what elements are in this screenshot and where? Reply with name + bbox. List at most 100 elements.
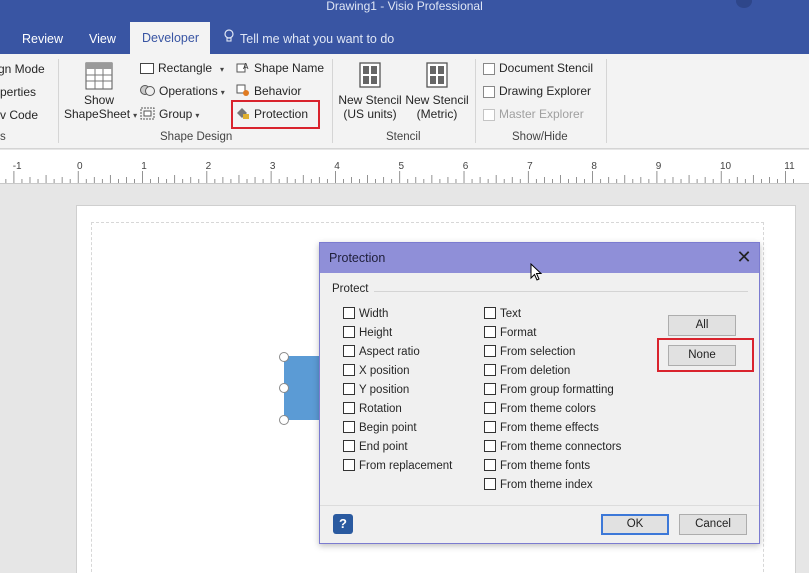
- behavior-icon: [236, 84, 250, 100]
- resize-handle[interactable]: [279, 415, 289, 425]
- operations-button[interactable]: Operations ▾: [140, 84, 225, 100]
- ruler-label: 3: [270, 161, 276, 172]
- protect-option-checkbox[interactable]: Height: [343, 326, 392, 339]
- protect-option-label: From theme connectors: [500, 441, 622, 453]
- checkbox-icon: [484, 383, 496, 395]
- protect-option-label: From theme index: [500, 479, 593, 491]
- show-shapesheet-button[interactable]: Show ShapeSheet ▾: [64, 62, 137, 121]
- help-icon[interactable]: ?: [333, 514, 353, 534]
- protect-option-checkbox[interactable]: End point: [343, 440, 408, 453]
- new-stencil-us-line1: New Stencil: [338, 93, 402, 107]
- checkbox-icon: [343, 383, 355, 395]
- protect-option-label: Aspect ratio: [359, 346, 420, 358]
- new-stencil-metric-line1: New Stencil: [405, 93, 469, 107]
- group-button[interactable]: Group ▾: [140, 107, 199, 123]
- behavior-button[interactable]: Behavior: [236, 84, 301, 100]
- shape-name-label: Shape Name: [254, 61, 325, 76]
- checkbox-icon: [343, 345, 355, 357]
- checkbox-icon: [484, 345, 496, 357]
- protect-option-checkbox[interactable]: Format: [484, 326, 536, 339]
- cancel-button[interactable]: Cancel: [679, 514, 747, 535]
- all-button[interactable]: All: [668, 315, 736, 336]
- protect-option-checkbox[interactable]: Begin point: [343, 421, 417, 434]
- ruler-label: 4: [334, 161, 340, 172]
- ok-button[interactable]: OK: [601, 514, 669, 535]
- new-stencil-us-button[interactable]: New Stencil (US units): [338, 62, 402, 121]
- stencil-icon: [359, 62, 381, 88]
- protect-option-checkbox[interactable]: From theme colors: [484, 402, 596, 415]
- ruler-label: -1: [13, 161, 22, 172]
- show-shapesheet-line2: ShapeSheet: [64, 107, 131, 121]
- checkbox-icon: [343, 326, 355, 338]
- protect-group-label: Protect: [332, 283, 369, 295]
- tab-developer[interactable]: Developer: [130, 22, 210, 54]
- show-shapesheet-line1: Show: [83, 93, 115, 107]
- protect-option-label: From theme effects: [500, 422, 599, 434]
- design-mode-button[interactable]: gn Mode: [0, 62, 45, 76]
- document-stencil-label: Document Stencil: [499, 61, 594, 75]
- protect-option-label: From theme fonts: [500, 460, 591, 472]
- protect-option-checkbox[interactable]: Y position: [343, 383, 409, 396]
- protect-option-checkbox[interactable]: Aspect ratio: [343, 345, 420, 358]
- shape-name-button[interactable]: A Shape Name: [236, 61, 324, 77]
- new-stencil-metric-line2: (Metric): [416, 107, 458, 121]
- group-divider: [374, 291, 748, 292]
- protect-option-checkbox[interactable]: From theme effects: [484, 421, 599, 434]
- protect-option-checkbox[interactable]: From selection: [484, 345, 575, 358]
- checkbox-icon: [343, 421, 355, 433]
- view-code-button[interactable]: v Code: [0, 108, 38, 122]
- rectangle-label: Rectangle: [158, 61, 213, 75]
- ruler-label: 1: [141, 161, 147, 172]
- protect-option-checkbox[interactable]: From theme connectors: [484, 440, 621, 453]
- protect-option-label: Width: [359, 308, 389, 320]
- ruler-label: 0: [77, 161, 83, 172]
- ribbon-separator: [606, 59, 607, 143]
- protect-option-checkbox[interactable]: Text: [484, 307, 521, 320]
- shape-name-icon: A: [236, 61, 250, 77]
- checkbox-icon: [484, 478, 496, 490]
- dialog-title: Protection: [329, 251, 386, 265]
- resize-handle[interactable]: [279, 383, 289, 393]
- new-stencil-metric-button[interactable]: New Stencil (Metric): [405, 62, 469, 121]
- show-hide-group-label: Show/Hide: [512, 131, 568, 143]
- protect-option-checkbox[interactable]: From theme fonts: [484, 459, 590, 472]
- checkbox-icon: [483, 62, 495, 75]
- protect-option-checkbox[interactable]: X position: [343, 364, 410, 377]
- protect-option-label: From replacement: [359, 460, 453, 472]
- protect-option-label: From theme colors: [500, 403, 596, 415]
- ruler-label: 11: [784, 161, 795, 172]
- ruler-label: 10: [720, 161, 732, 172]
- svg-text:A: A: [243, 62, 249, 71]
- tell-me-search[interactable]: Tell me what you want to do: [222, 24, 394, 54]
- chevron-down-icon: ▾: [220, 65, 225, 74]
- chevron-down-icon: ▾: [195, 111, 200, 121]
- close-icon[interactable]: ✕: [734, 247, 754, 267]
- rectangle-button[interactable]: Rectangle ▾: [140, 61, 224, 75]
- protect-option-checkbox[interactable]: From theme index: [484, 478, 593, 491]
- protect-option-checkbox[interactable]: From replacement: [343, 459, 452, 472]
- protect-option-label: Height: [359, 327, 393, 339]
- tab-review[interactable]: Review: [10, 24, 75, 54]
- selected-rectangle-shape[interactable]: [284, 356, 324, 420]
- document-stencil-checkbox[interactable]: Document Stencil: [483, 61, 593, 75]
- checkbox-icon: [343, 307, 355, 319]
- ribbon-separator: [332, 59, 333, 143]
- lightbulb-icon: [222, 24, 236, 54]
- ruler-label: 8: [591, 161, 597, 172]
- checkbox-icon: [484, 440, 496, 452]
- tab-view[interactable]: View: [77, 24, 128, 54]
- protect-option-label: From deletion: [500, 365, 571, 377]
- protect-option-checkbox[interactable]: From deletion: [484, 364, 570, 377]
- none-highlight: [657, 338, 754, 372]
- resize-handle[interactable]: [279, 352, 289, 362]
- checkbox-icon: [484, 421, 496, 433]
- checkbox-icon: [484, 307, 496, 319]
- protect-option-checkbox[interactable]: Rotation: [343, 402, 402, 415]
- protect-option-checkbox[interactable]: Width: [343, 307, 388, 320]
- properties-button[interactable]: perties: [0, 85, 36, 99]
- shapesheet-icon: [85, 62, 113, 90]
- protect-option-checkbox[interactable]: From group formatting: [484, 383, 614, 396]
- drawing-explorer-checkbox[interactable]: Drawing Explorer: [483, 84, 591, 98]
- master-explorer-label: Master Explorer: [499, 107, 584, 121]
- protect-option-label: Format: [500, 327, 537, 339]
